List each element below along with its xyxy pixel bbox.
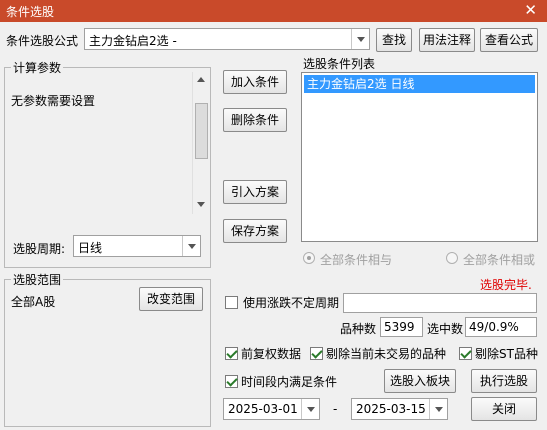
conditions-label: 选股条件列表 <box>303 57 376 71</box>
and-radio[interactable] <box>303 252 315 264</box>
import-scheme-button[interactable]: 引入方案 <box>223 180 287 204</box>
range-value: 全部A股 <box>11 295 56 309</box>
view-formula-button[interactable]: 查看公式 <box>480 28 538 52</box>
range-group: 选股范围 全部A股 改变范围 <box>4 271 211 427</box>
change-range-button[interactable]: 改变范围 <box>139 287 203 311</box>
exclude-st-label: 剔除ST品种 <box>475 347 538 361</box>
list-item[interactable]: 主力金钻启2选 日线 <box>304 75 535 93</box>
formula-select[interactable]: 主力金钻启2选 - <box>84 28 370 50</box>
range-group-label: 选股范围 <box>11 271 64 288</box>
find-button[interactable]: 查找 <box>376 28 412 52</box>
or-label: 全部条件相或 <box>463 253 536 267</box>
date-to-value: 2025-03-15 <box>356 402 426 416</box>
count-value: 5399 <box>384 320 415 334</box>
period-label: 选股周期: <box>13 242 66 256</box>
period-cond-checkbox[interactable] <box>225 375 238 388</box>
date-to-picker[interactable]: 2025-03-15 <box>351 398 448 420</box>
count-field: 5399 <box>380 317 423 337</box>
date-from-value: 2025-03-01 <box>228 402 298 416</box>
formula-label: 条件选股公式 <box>6 34 79 48</box>
to-sector-button[interactable]: 选股入板块 <box>384 369 456 393</box>
conditions-list[interactable]: 主力金钻启2选 日线 <box>301 72 538 242</box>
delete-condition-button[interactable]: 删除条件 <box>223 108 287 132</box>
variable-period-checkbox[interactable] <box>225 296 238 309</box>
period-cond-label: 时间段内满足条件 <box>241 375 338 389</box>
status-text: 选股完毕. <box>480 278 532 292</box>
selected-label: 选中数 <box>427 322 464 336</box>
formula-value: 主力金钻启2选 - <box>89 34 177 48</box>
usage-button[interactable]: 用法注释 <box>419 28 475 52</box>
chevron-down-icon[interactable] <box>351 29 369 49</box>
title-bar: 条件选股 ✕ <box>0 0 547 22</box>
chevron-down-icon[interactable] <box>429 399 447 419</box>
save-scheme-button[interactable]: 保存方案 <box>223 219 287 243</box>
params-group-label: 计算参数 <box>11 59 64 76</box>
close-button[interactable]: 关闭 <box>471 397 537 421</box>
close-icon[interactable]: ✕ <box>524 1 537 19</box>
exclude-st-checkbox[interactable] <box>459 347 472 360</box>
selected-field: 49/0.9% <box>465 317 537 337</box>
variable-period-input[interactable] <box>343 293 537 313</box>
add-condition-button[interactable]: 加入条件 <box>223 70 287 94</box>
window-title: 条件选股 <box>6 5 55 19</box>
chevron-down-icon[interactable] <box>301 399 319 419</box>
and-label: 全部条件相与 <box>320 253 393 267</box>
selected-value: 49/0.9% <box>469 320 519 334</box>
count-label: 品种数 <box>340 322 377 336</box>
period-value: 日线 <box>78 241 103 255</box>
period-select[interactable]: 日线 <box>73 235 201 257</box>
params-group: 计算参数 无参数需要设置 选股周期: 日线 <box>4 59 211 268</box>
exclude-untraded-checkbox[interactable] <box>310 347 323 360</box>
date-separator: - <box>333 402 338 416</box>
variable-period-label: 使用涨跌不定周期 <box>243 296 340 310</box>
scroll-down-icon[interactable] <box>197 202 205 207</box>
params-scrollbar[interactable] <box>192 72 209 214</box>
adjusted-label: 前复权数据 <box>241 347 302 361</box>
execute-button[interactable]: 执行选股 <box>471 369 537 393</box>
or-radio[interactable] <box>446 252 458 264</box>
scroll-up-icon[interactable] <box>197 77 205 82</box>
adjusted-checkbox[interactable] <box>225 347 238 360</box>
scroll-thumb[interactable] <box>195 103 208 159</box>
chevron-down-icon[interactable] <box>182 236 200 256</box>
params-text: 无参数需要设置 <box>11 94 96 108</box>
date-from-picker[interactable]: 2025-03-01 <box>223 398 320 420</box>
exclude-untraded-label: 剔除当前未交易的品种 <box>326 347 447 361</box>
